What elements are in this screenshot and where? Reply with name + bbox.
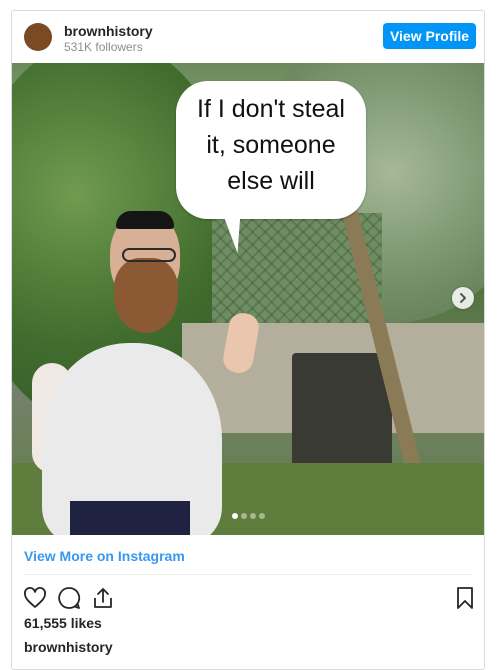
comment-icon[interactable] <box>56 585 82 611</box>
person-glasses <box>122 248 176 262</box>
person-pants <box>70 501 190 535</box>
carousel-indicator <box>232 513 268 521</box>
speech-bubble-text: If I don't steal it, someone else will <box>176 91 366 199</box>
post-header: brownhistory 531K followers View Profile <box>12 11 484 63</box>
instagram-embed-card: brownhistory 531K followers View Profile… <box>11 10 485 670</box>
carousel-dot <box>241 513 247 519</box>
carousel-next-button[interactable] <box>452 287 474 309</box>
caption-username[interactable]: brownhistory <box>24 639 113 655</box>
post-image[interactable]: If I don't steal it, someone else will <box>12 63 484 535</box>
action-bar <box>12 581 484 615</box>
profile-username[interactable]: brownhistory <box>64 23 153 39</box>
chevron-right-icon <box>460 293 466 303</box>
carousel-dot <box>232 513 238 519</box>
view-more-link[interactable]: View More on Instagram <box>24 548 185 564</box>
bookmark-icon[interactable] <box>452 585 478 611</box>
follower-count: 531K followers <box>64 40 143 54</box>
carousel-dot <box>250 513 256 519</box>
speech-line-2: it, someone <box>206 131 336 159</box>
person-beard <box>114 258 178 333</box>
speech-line-3: else will <box>227 167 315 195</box>
heart-icon[interactable] <box>22 585 48 611</box>
view-profile-button[interactable]: View Profile <box>383 23 476 49</box>
divider <box>24 574 472 575</box>
like-count[interactable]: 61,555 likes <box>24 615 102 631</box>
share-icon[interactable] <box>90 585 116 611</box>
avatar[interactable] <box>24 23 52 51</box>
person-kippah <box>116 211 174 229</box>
carousel-dot <box>259 513 265 519</box>
speech-line-1: If I don't steal <box>197 95 345 123</box>
